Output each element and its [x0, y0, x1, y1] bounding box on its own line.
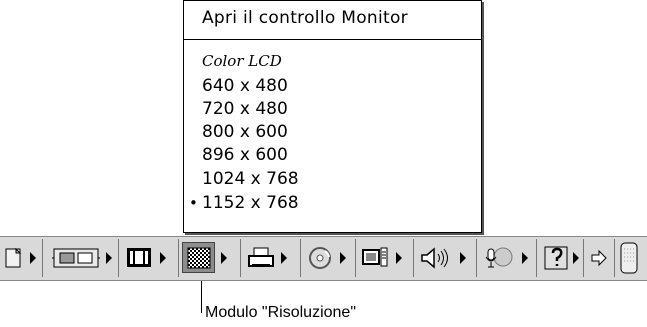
strip-module-network[interactable] — [48, 237, 113, 279]
open-monitor-control-item[interactable]: Apri il controllo Monitor — [202, 8, 408, 28]
strip-divider — [300, 239, 301, 277]
remote-access-icon — [360, 243, 391, 272]
module-arrow-icon — [396, 252, 402, 264]
strip-scroll-right-button[interactable] — [587, 237, 615, 279]
strip-module-sound-source[interactable] — [481, 237, 537, 279]
resolution-label: 1152 x 768 — [202, 193, 299, 213]
strip-divider — [583, 239, 584, 277]
strip-module-speech[interactable] — [540, 237, 584, 279]
strip-divider — [536, 239, 537, 277]
resolution-item-720x480[interactable]: 720 x 480 — [202, 99, 288, 119]
strip-module-cd[interactable] — [304, 237, 356, 279]
resolution-item-1152x768[interactable]: • 1152 x 768 — [189, 193, 299, 213]
resolution-item-896x600[interactable]: 896 x 600 — [202, 145, 288, 165]
module-arrow-icon — [221, 252, 227, 264]
resolution-item-640x480[interactable]: 640 x 480 — [202, 76, 288, 96]
control-strip — [0, 236, 647, 281]
module-arrow-icon — [160, 252, 166, 264]
resolution-popup-menu: Apri il controllo Monitor Color LCD 640 … — [183, 0, 482, 233]
resolution-checkerboard-icon — [182, 242, 215, 273]
file-sharing-icon — [2, 243, 26, 272]
strip-end-tab[interactable] — [618, 237, 647, 279]
menu-separator — [184, 39, 481, 40]
strip-divider — [614, 239, 615, 277]
selected-bullet-icon: • — [189, 194, 198, 212]
web-sharing-icon — [618, 242, 642, 273]
module-arrow-icon — [340, 252, 346, 264]
sound-volume-icon — [418, 243, 454, 272]
strip-divider — [413, 239, 414, 277]
strip-module-resolution[interactable] — [182, 237, 235, 279]
resolution-module-caption: Modulo "Risoluzione" — [205, 304, 356, 321]
module-arrow-icon — [460, 252, 466, 264]
resolution-item-1024x768[interactable]: 1024 x 768 — [202, 169, 299, 189]
strip-divider — [118, 239, 119, 277]
strip-divider — [42, 239, 43, 277]
callout-line — [201, 281, 202, 313]
module-arrow-icon — [106, 252, 112, 264]
strip-divider — [178, 239, 179, 277]
cd-icon — [304, 243, 335, 272]
strip-module-sound-volume[interactable] — [418, 237, 474, 279]
network-chip-icon — [50, 243, 102, 272]
hollow-arrow-right-icon — [587, 243, 611, 272]
display-name-label: Color LCD — [202, 52, 282, 70]
monitor-icon — [123, 243, 154, 272]
module-arrow-icon — [281, 252, 287, 264]
strip-module-remote-access[interactable] — [360, 237, 412, 279]
speech-icon — [540, 243, 571, 272]
printer-icon — [245, 243, 276, 272]
strip-module-monitor[interactable] — [123, 237, 173, 279]
strip-module-printer[interactable] — [245, 237, 297, 279]
sound-source-icon — [481, 243, 517, 272]
resolution-item-800x600[interactable]: 800 x 600 — [202, 122, 288, 142]
strip-module-file-sharing[interactable] — [0, 237, 40, 279]
module-arrow-icon — [522, 252, 528, 264]
strip-divider — [240, 239, 241, 277]
module-arrow-icon — [30, 252, 36, 264]
strip-divider — [355, 239, 356, 277]
module-arrow-icon — [573, 252, 579, 264]
strip-divider — [476, 239, 477, 277]
